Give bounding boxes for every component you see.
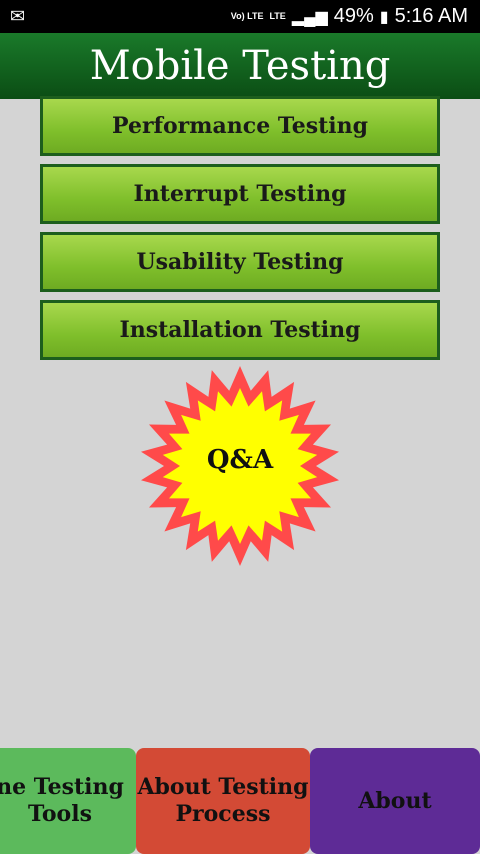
clock: 5:16 AM	[394, 5, 468, 27]
status-bar: ✉ Vo) LTE LTE ▂▄▆ 49% ▮ 5:16 AM	[0, 0, 480, 33]
tab-label: About	[358, 787, 432, 814]
tab-label-line1: About Testing	[137, 774, 309, 800]
status-indicators: Vo) LTE LTE ▂▄▆ 49% ▮ 5:16 AM	[231, 5, 468, 28]
tab-label-line1: ne Testing	[0, 774, 124, 800]
tab-label-line2: Tools	[28, 801, 92, 827]
usability-testing-button[interactable]: Usability Testing	[40, 232, 440, 292]
email-icon: ✉	[10, 6, 26, 26]
battery-icon: ▮	[379, 8, 389, 26]
tab-label-line2: Process	[175, 801, 271, 827]
signal-icon: ▂▄▆	[291, 8, 328, 26]
lte-indicator: LTE	[269, 11, 286, 21]
interrupt-testing-button[interactable]: Interrupt Testing	[40, 164, 440, 224]
phone-testing-tools-tab[interactable]: ne Testing Tools	[0, 748, 136, 854]
volte-indicator: Vo) LTE	[230, 11, 264, 21]
performance-testing-button[interactable]: Performance Testing	[40, 96, 440, 156]
battery-percent: 49%	[333, 5, 374, 27]
page-title: Mobile Testing	[89, 43, 391, 89]
installation-testing-button[interactable]: Installation Testing	[40, 300, 440, 360]
qa-label: Q&A	[206, 445, 274, 475]
bottom-nav: ne Testing Tools About Testing Process A…	[0, 748, 480, 854]
about-testing-process-tab[interactable]: About Testing Process	[136, 748, 310, 854]
about-tab[interactable]: About	[310, 748, 480, 854]
app-bar: Mobile Testing	[0, 33, 480, 99]
menu-list: Performance Testing Interrupt Testing Us…	[40, 96, 440, 368]
